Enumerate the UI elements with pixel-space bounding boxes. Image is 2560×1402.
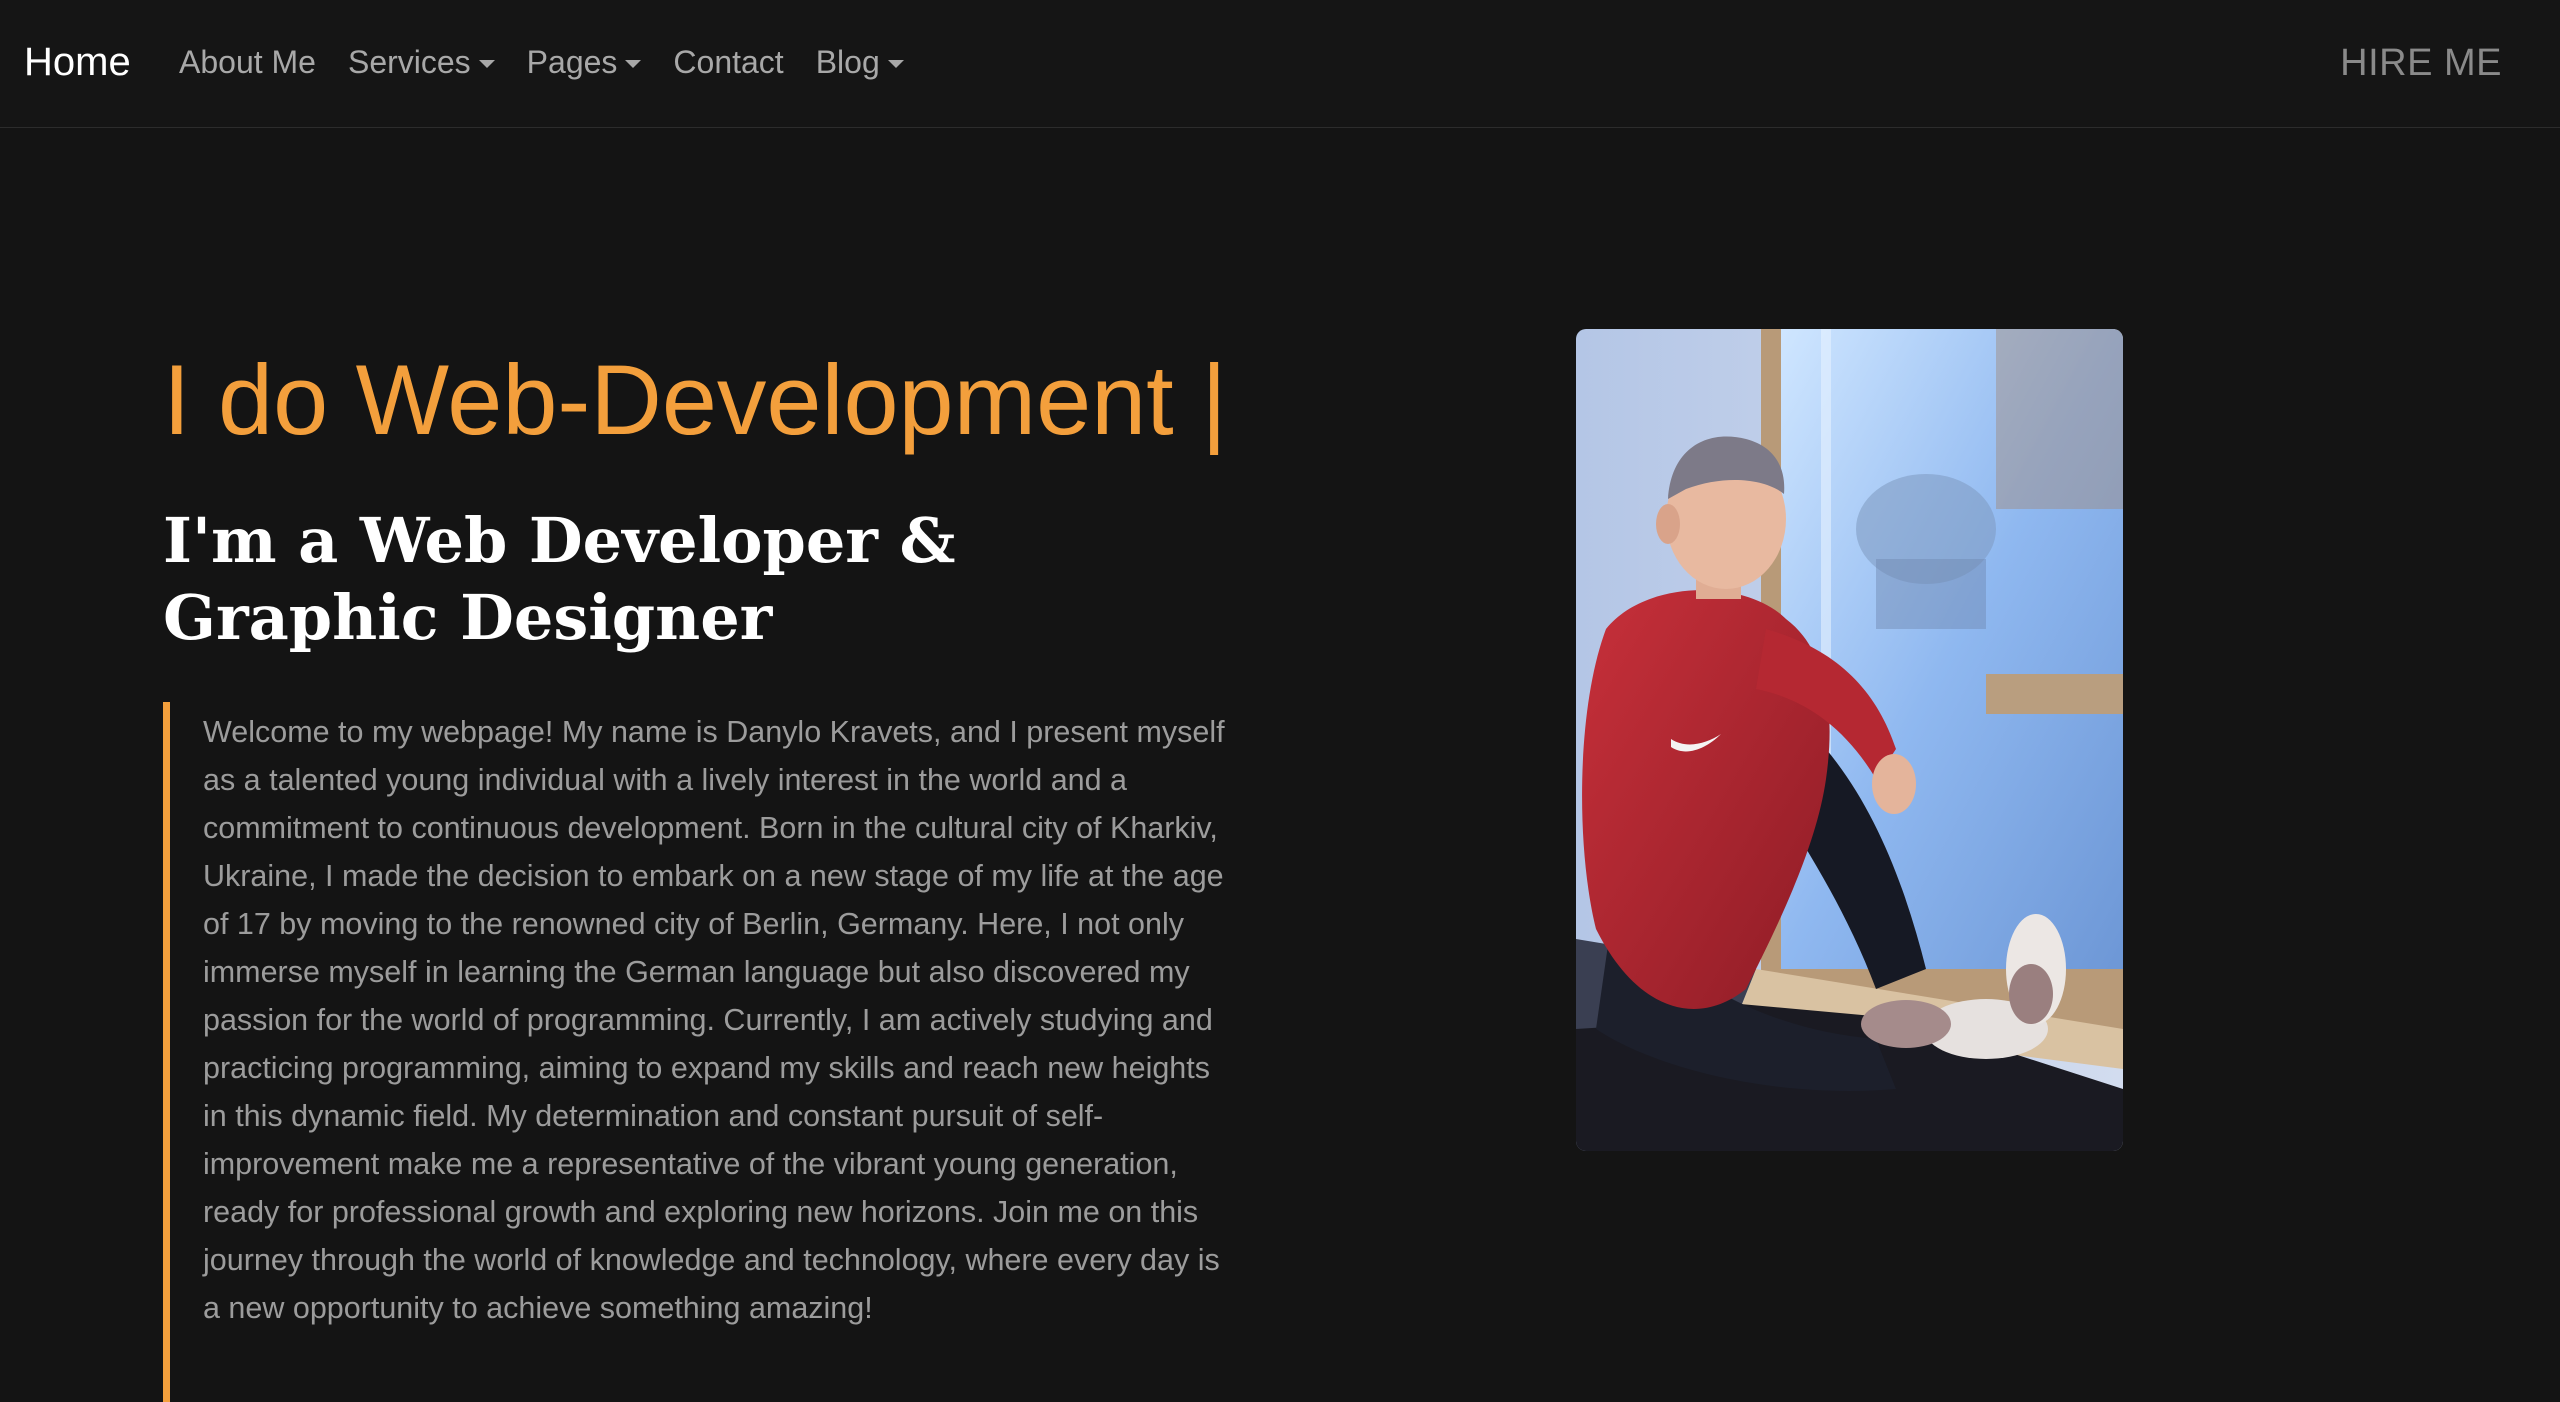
bio-quote: Welcome to my webpage! My name is Danylo… [163, 702, 1227, 1402]
nav-link-label: About Me [179, 44, 316, 80]
nav-link-contact[interactable]: Contact [673, 42, 783, 82]
profile-photo [1576, 329, 2123, 1151]
nav-brand-home[interactable]: Home [24, 38, 131, 86]
hire-me-button[interactable]: HIRE ME [2340, 40, 2502, 86]
navbar: Home About Me Services Pages Contact Blo… [0, 0, 2560, 128]
nav-link-about-me[interactable]: About Me [179, 42, 316, 82]
hero-subtitle: I'm a Web Developer & Graphic Designer [163, 504, 956, 654]
hero-typed-container: I do Web-Development | [163, 340, 1243, 460]
nav-link-blog[interactable]: Blog [816, 42, 904, 82]
nav-link-label: Pages [526, 44, 618, 80]
nav-link-services[interactable]: Services [348, 42, 495, 82]
caret-down-icon [478, 60, 495, 68]
nav-link-label: Contact [673, 44, 784, 80]
caret-down-icon [625, 60, 642, 68]
typed-headline: I do Web-Development | [163, 344, 1227, 455]
nav-link-label: Services [347, 44, 471, 80]
caret-down-icon [887, 60, 904, 68]
nav-links: About Me Services Pages Contact Blog [179, 42, 904, 82]
nav-link-label: Blog [815, 44, 880, 80]
nav-link-pages[interactable]: Pages [527, 42, 642, 82]
bio-text: Welcome to my webpage! My name is Danylo… [203, 715, 1225, 1325]
